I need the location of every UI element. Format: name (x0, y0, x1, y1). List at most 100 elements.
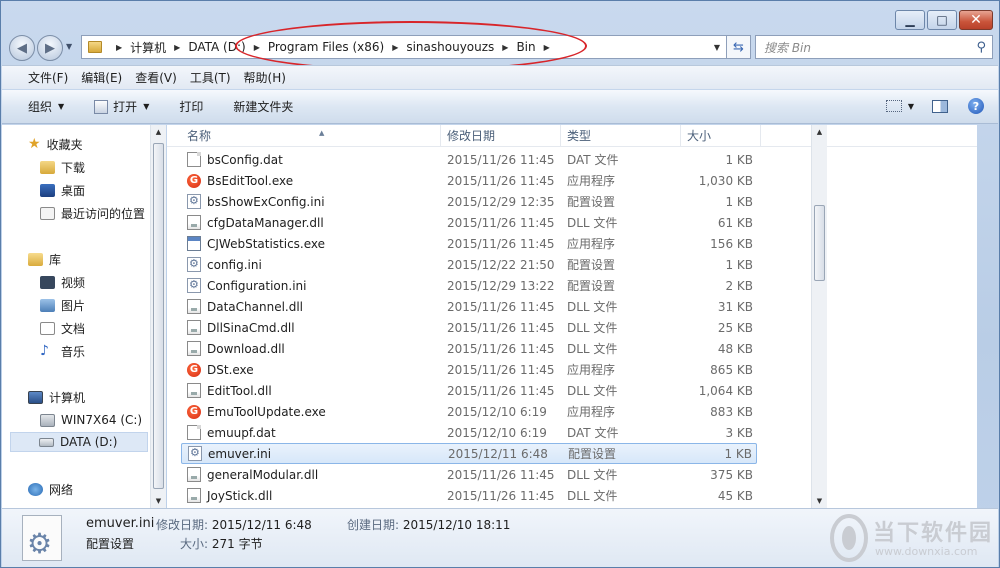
red-ellipse-annotation (235, 21, 587, 71)
maximize-button[interactable]: □ (927, 10, 957, 30)
column-size[interactable]: 大小 (681, 125, 761, 147)
size-label: 大小: (180, 537, 209, 551)
nav-downloads[interactable]: 下载 (40, 157, 85, 177)
organize-button[interactable]: 组织 ▼ (28, 98, 64, 115)
search-icon[interactable]: ⚲ (976, 40, 986, 55)
open-button[interactable]: 打开 ▼ (94, 98, 149, 115)
column-type[interactable]: 类型 (561, 125, 681, 147)
nav-videos[interactable]: 视频 (40, 272, 85, 292)
nav-recent-label: 最近访问的位置 (61, 206, 146, 221)
crumb-separator-icon[interactable]: ▶ (116, 43, 122, 52)
menu-help[interactable]: 帮助(H) (244, 69, 286, 86)
scroll-down-icon[interactable]: ▼ (151, 497, 166, 505)
nav-network-label: 网络 (49, 482, 74, 497)
nav-drive-d[interactable]: DATA (D:) (10, 432, 148, 452)
scroll-down-icon[interactable]: ▼ (812, 497, 827, 505)
file-name: emuupf.dat (207, 425, 276, 440)
nav-scrollbar[interactable]: ▲ ▼ (150, 125, 166, 508)
dll-file-icon (187, 215, 201, 230)
close-button[interactable]: ✕ (959, 10, 993, 30)
file-row[interactable]: JoyStick.dll 2015/11/26 11:45 DLL 文件 45 KB (181, 485, 757, 506)
help-icon[interactable]: ? (968, 98, 984, 114)
minimize-icon: ▁ (905, 13, 915, 27)
file-type: DAT 文件 (567, 426, 619, 440)
crumb-separator-icon[interactable]: ▶ (174, 43, 180, 52)
file-row[interactable]: G BsEditTool.exe 2015/11/26 11:45 应用程序 1,030… (181, 170, 757, 191)
file-type: 应用程序 (567, 174, 616, 188)
file-row[interactable]: generalModular.dll 2015/11/26 11:45 DLL 文件… (181, 464, 757, 485)
file-list: 名称 ▲ 修改日期 类型 大小 bsConfig.dat 2015/11/26 1… (167, 125, 977, 508)
file-size: 61 KB (717, 215, 753, 230)
ini-file-large-icon: ⚙ (22, 515, 62, 561)
nav-network[interactable]: 网络 (28, 479, 73, 499)
file-row[interactable]: Download.dll 2015/11/26 11:45 DLL 文件 48 KB (181, 338, 757, 359)
file-type: DLL 文件 (567, 384, 618, 398)
view-options-dropdown-icon[interactable]: ▼ (908, 102, 914, 111)
refresh-button[interactable]: ⇆ (727, 35, 751, 59)
nav-desktop[interactable]: 桌面 (40, 180, 85, 200)
menu-view[interactable]: 查看(V) (135, 69, 177, 86)
file-row[interactable]: Configuration.ini 2015/12/29 13:22 配置设置 2 K… (181, 275, 757, 296)
preview-pane-icon[interactable] (932, 99, 948, 113)
menu-tools[interactable]: 工具(T) (190, 69, 231, 86)
file-name: DllSinaCmd.dll (207, 320, 295, 335)
recent-pages-dropdown-icon[interactable]: ▼ (66, 42, 72, 51)
nav-recent[interactable]: 最近访问的位置 (40, 203, 145, 223)
nav-computer[interactable]: 计算机 (28, 387, 85, 407)
forward-button[interactable]: ▶ (37, 35, 63, 61)
print-button[interactable]: 打印 (179, 98, 203, 115)
file-name-cell: EditTool.dll (187, 383, 272, 398)
crumb-computer[interactable]: 计算机 (130, 39, 166, 56)
address-dropdown-icon[interactable]: ▼ (708, 43, 726, 52)
menu-file[interactable]: 文件(F) (28, 69, 68, 86)
file-row[interactable]: CJWebStatistics.exe 2015/11/26 11:45 应用程序 1… (181, 233, 757, 254)
column-date-label: 修改日期 (447, 129, 496, 143)
file-row[interactable]: cfgDataManager.dll 2015/11/26 11:45 DLL 文件… (181, 212, 757, 233)
file-row[interactable]: emuver.ini 2015/12/11 6:48 配置设置 1 KB (181, 443, 757, 464)
file-name-cell: DataChannel.dll (187, 299, 303, 314)
menu-edit[interactable]: 编辑(E) (81, 69, 122, 86)
nav-drive-c[interactable]: WIN7X64 (C:) (40, 410, 142, 430)
column-name[interactable]: 名称 ▲ (181, 125, 441, 147)
file-row[interactable]: EditTool.dll 2015/11/26 11:45 DLL 文件 1,064 … (181, 380, 757, 401)
nav-pictures[interactable]: 图片 (40, 295, 85, 315)
file-size: 1 KB (724, 446, 752, 461)
back-arrow-icon: ◀ (17, 40, 27, 56)
search-input[interactable]: 搜索 Bin ⚲ (755, 35, 993, 59)
nav-favorites-label: 收藏夹 (46, 137, 83, 152)
nav-scroll-thumb[interactable] (153, 143, 164, 489)
file-list-scroll-thumb[interactable] (814, 205, 825, 281)
file-type: DLL 文件 (567, 321, 618, 335)
dll-file-icon (187, 320, 201, 335)
nav-music[interactable]: ♪ 音乐 (40, 341, 85, 361)
nav-favorites[interactable]: ★ 收藏夹 (28, 134, 83, 154)
minimize-button[interactable]: ▁ (895, 10, 925, 30)
downloads-folder-icon (40, 160, 55, 174)
file-row[interactable]: DllSinaCmd.dll 2015/11/26 11:45 DLL 文件 25 K… (181, 317, 757, 338)
nav-documents[interactable]: 文档 (40, 318, 85, 338)
file-name: Configuration.ini (207, 278, 307, 293)
scroll-up-icon[interactable]: ▲ (151, 128, 166, 136)
file-row[interactable]: G DSt.exe 2015/11/26 11:45 应用程序 865 KB (181, 359, 757, 380)
file-row[interactable]: bsShowExConfig.ini 2015/12/29 12:35 配置设置 1 … (181, 191, 757, 212)
file-row[interactable]: G EmuToolUpdate.exe 2015/12/10 6:19 应用程序 883… (181, 401, 757, 422)
file-row[interactable]: bsConfig.dat 2015/11/26 11:45 DAT 文件 1 KB (181, 149, 757, 170)
command-bar: 组织 ▼ 打开 ▼ 打印 新建文件夹 ▼ ? (2, 90, 998, 124)
file-row[interactable]: config.ini 2015/12/22 21:50 配置设置 1 KB (181, 254, 757, 275)
refresh-icon: ⇆ (733, 39, 744, 55)
file-type: DAT 文件 (567, 153, 619, 167)
scroll-up-icon[interactable]: ▲ (812, 128, 827, 136)
file-list-scrollbar[interactable]: ▲ ▼ (811, 125, 827, 508)
nav-downloads-label: 下载 (61, 160, 86, 175)
nav-libraries[interactable]: 库 (28, 249, 61, 269)
file-row[interactable]: DataChannel.dll 2015/11/26 11:45 DLL 文件 31 … (181, 296, 757, 317)
column-date[interactable]: 修改日期 (441, 125, 561, 147)
change-view-icon[interactable] (885, 100, 902, 112)
file-name-cell: CJWebStatistics.exe (187, 236, 325, 251)
watermark: 当下软件园 www.downxia.com (829, 511, 999, 567)
new-folder-label: 新建文件夹 (233, 100, 294, 114)
file-row[interactable]: emuupf.dat 2015/12/10 6:19 DAT 文件 3 KB (181, 422, 757, 443)
new-folder-button[interactable]: 新建文件夹 (233, 98, 293, 115)
file-date: 2015/11/26 11:45 (447, 341, 555, 356)
back-button[interactable]: ◀ (9, 35, 35, 61)
